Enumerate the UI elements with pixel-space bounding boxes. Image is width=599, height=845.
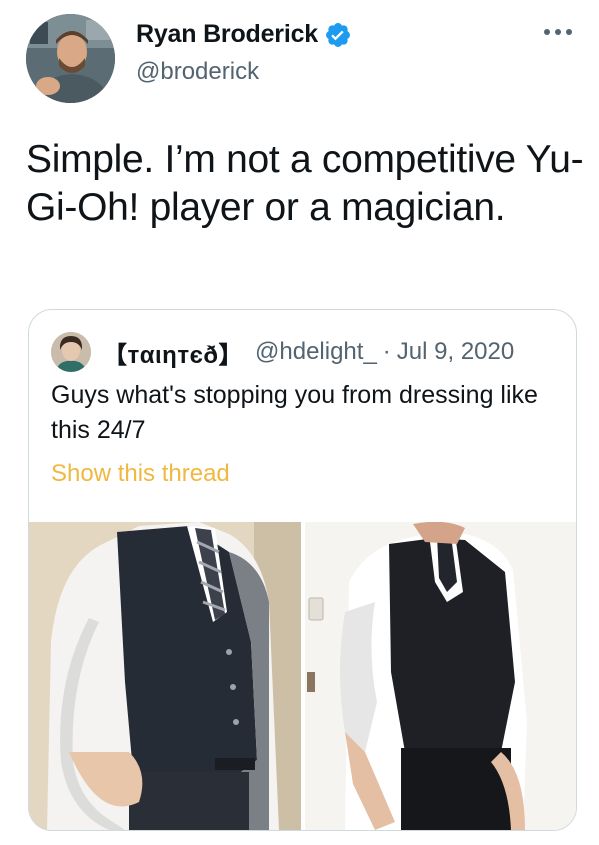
photo-vest-mirror-icon[interactable] — [29, 522, 301, 830]
author-handle[interactable]: @broderick — [136, 58, 259, 86]
photo-vest-standing-icon[interactable] — [304, 522, 577, 830]
author-name-row: Ryan Broderick — [136, 20, 352, 49]
quoted-tweet-card[interactable]: 【тαιηтєð】 @hdelight_ · Jul 9, 2020 Guys … — [28, 309, 577, 831]
quoted-author-avatar[interactable] — [51, 332, 91, 372]
quoted-tweet-date[interactable]: Jul 9, 2020 — [397, 338, 514, 366]
quoted-tweet-media — [29, 522, 576, 830]
profile-photo-icon — [51, 332, 91, 372]
profile-photo-icon — [26, 14, 115, 103]
author-avatar[interactable] — [26, 14, 115, 103]
tweet-text: Simple. I’m not a competitive Yu-Gi-Oh! … — [26, 138, 584, 229]
quoted-tweet-header: 【тαιηтєð】 @hdelight_ · Jul 9, 2020 — [51, 332, 514, 372]
header-separator: · — [382, 338, 391, 365]
quoted-author-handle[interactable]: @hdelight_ — [255, 338, 377, 366]
verified-badge-icon — [324, 21, 352, 49]
author-name[interactable]: Ryan Broderick — [136, 20, 318, 49]
quoted-author-name[interactable]: 【тαιηтєð】 — [103, 335, 243, 370]
tweet: Ryan Broderick @broderick Simple. I’m no… — [0, 0, 599, 845]
more-horizontal-icon[interactable] — [541, 22, 575, 42]
show-thread-link[interactable]: Show this thread — [51, 460, 230, 488]
quoted-tweet-text: Guys what's stopping you from dressing l… — [51, 381, 538, 444]
